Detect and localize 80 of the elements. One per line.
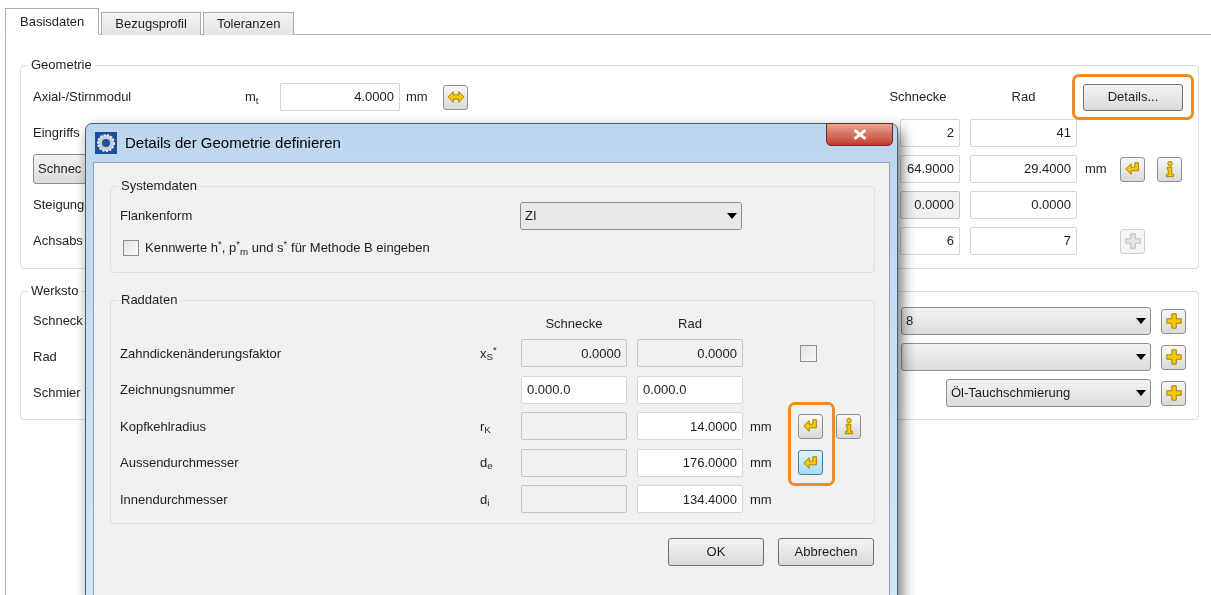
dropdown[interactable]: ZI — [520, 202, 742, 230]
info-button[interactable] — [836, 413, 861, 439]
column-header: Rad — [1011, 88, 1036, 107]
unit-label: mm — [750, 418, 772, 434]
caret-icon — [1136, 354, 1146, 360]
column-header: Rad — [678, 315, 702, 334]
field-label: Schneck — [33, 312, 83, 331]
cancel-button[interactable]: Abbrechen — [778, 537, 874, 566]
plus-icon — [1164, 312, 1183, 330]
unit-label: mm — [750, 491, 772, 507]
input-field[interactable]: 0.000.0 — [521, 375, 627, 404]
field-label: Zahndickenänderungsfaktor — [120, 344, 283, 363]
checkbox[interactable] — [800, 344, 817, 362]
field-label: Eingriffs — [33, 124, 80, 143]
symbol-label: r$_{K}$ — [480, 418, 491, 434]
input-field[interactable]: 64.9000 — [900, 155, 960, 183]
apply-button[interactable] — [798, 413, 823, 439]
window-title: Details der Geometrie definieren — [125, 132, 341, 153]
symbol-label: d$_{i}$ — [480, 491, 490, 507]
field-label: Achsabs — [33, 232, 83, 251]
column-header: Schnecke — [545, 315, 603, 334]
unit-label: mm — [405, 88, 429, 107]
symbol-label: d$_{e}$ — [480, 455, 493, 470]
field-label: Kopfkehlradius — [120, 417, 207, 436]
caret-icon — [727, 213, 737, 219]
add-button[interactable] — [1161, 380, 1186, 406]
tab[interactable]: Bezugsprofil — [101, 12, 201, 35]
close-icon — [852, 129, 867, 140]
checkbox-label: Kennwerte h$^{*}$, p$^{*}$$_{m}$ und s$^{*}$ für Methode B eingeben — [145, 238, 430, 258]
tab[interactable]: Basisdaten — [5, 8, 100, 35]
add-button[interactable] — [1161, 344, 1186, 370]
field-label: Schmier — [33, 384, 81, 403]
field-label: Axial-/Stirnmodul — [33, 88, 133, 107]
input-field[interactable]: 14.0000 — [637, 412, 743, 441]
dropdown[interactable] — [901, 343, 1151, 371]
group-title: Systemdaten — [118, 178, 200, 194]
unit-label: mm — [1085, 161, 1107, 177]
caret-icon — [1136, 390, 1146, 396]
field-label: Flankenform — [120, 207, 194, 226]
add-button[interactable] — [1161, 308, 1186, 334]
field-label: Innendurchmesser — [120, 490, 229, 509]
input-field[interactable]: 134.4000 — [637, 485, 743, 514]
details-button[interactable]: Details... — [1083, 83, 1183, 111]
return-arrow-icon — [1123, 160, 1142, 178]
field-label: Aussendurchmesser — [120, 454, 240, 472]
input-field[interactable]: 176.0000 — [637, 448, 743, 477]
caret-icon — [1136, 318, 1146, 324]
field-label: Zeichnungsnummer — [120, 381, 236, 399]
return-arrow-icon — [801, 453, 820, 472]
field-label: Rad — [33, 348, 57, 367]
checkbox[interactable] — [123, 240, 139, 256]
apply-button[interactable] — [1120, 156, 1145, 182]
column-header: Schnecke — [889, 88, 947, 107]
input-field[interactable]: 29.4000 — [970, 155, 1077, 183]
swap-button[interactable] — [443, 84, 468, 110]
input-field[interactable]: 41 — [970, 119, 1077, 147]
dropdown[interactable]: Öl-Tauchschmierung — [946, 379, 1151, 407]
input-field[interactable]: 6 — [900, 227, 960, 255]
plus-icon — [1164, 348, 1183, 366]
double-arrow-icon — [446, 88, 465, 106]
dropdown-value: ZI — [525, 207, 537, 226]
gear-icon — [95, 132, 117, 154]
info-button[interactable] — [1157, 156, 1182, 182]
apply-button[interactable] — [798, 450, 823, 476]
close-button[interactable] — [826, 123, 893, 146]
symbol-label: m$_{t}$ — [245, 88, 260, 107]
plus-icon — [1164, 384, 1183, 402]
input-field[interactable]: 4.0000 — [280, 83, 400, 111]
input-field[interactable]: 0.000.0 — [637, 375, 743, 404]
dropdown[interactable]: 8 — [901, 307, 1151, 335]
plus-icon — [1123, 232, 1142, 250]
tab[interactable]: Toleranzen — [202, 12, 295, 35]
input-field[interactable]: 2 — [900, 119, 960, 147]
dropdown-value: Öl-Tauchschmierung — [951, 384, 1071, 403]
ok-button[interactable]: OK — [668, 537, 764, 566]
field-label: Steigung — [33, 196, 85, 215]
unit-label: mm — [750, 455, 772, 470]
input-field[interactable]: 7 — [970, 227, 1077, 255]
dropdown-value: 8 — [906, 312, 914, 331]
input-field[interactable]: 0.0000 — [970, 191, 1077, 219]
